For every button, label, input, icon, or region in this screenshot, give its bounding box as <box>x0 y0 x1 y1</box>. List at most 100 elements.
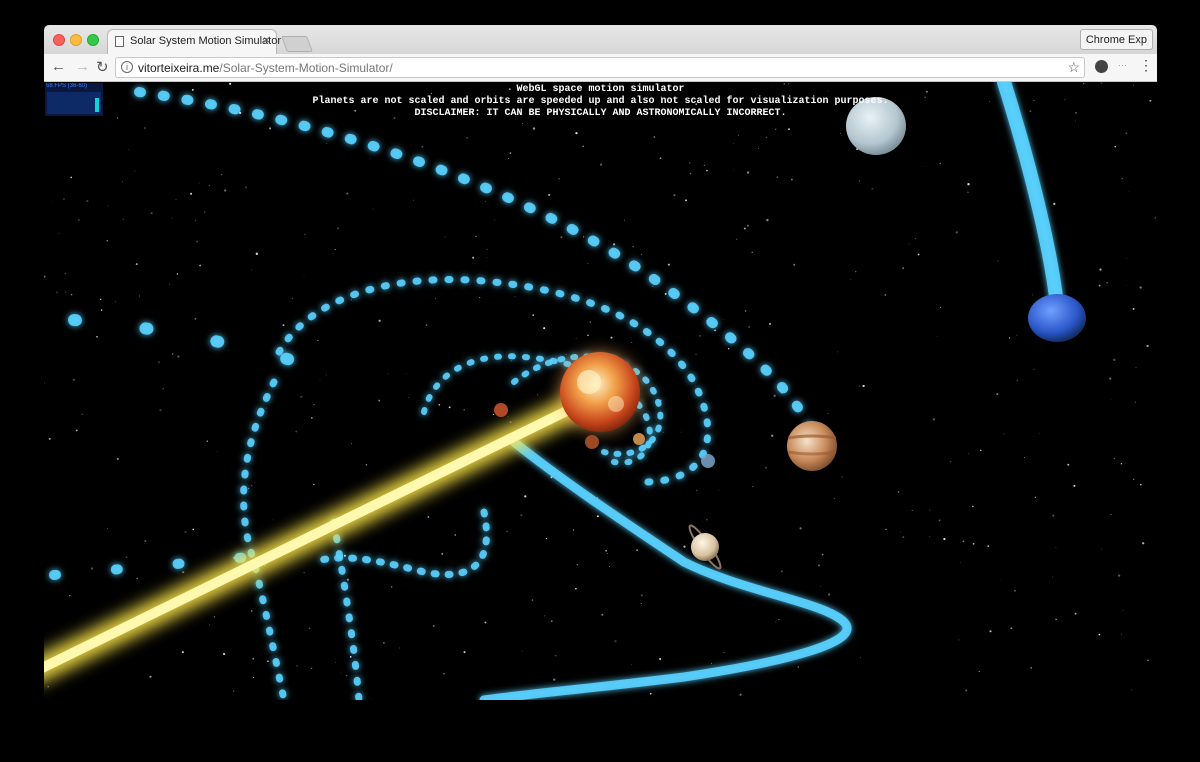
star <box>149 675 152 678</box>
star <box>514 296 516 298</box>
star <box>177 355 180 358</box>
star <box>454 534 456 536</box>
star <box>572 529 575 531</box>
webgl-canvas[interactable]: 58 FPS (36-60) WebGL space motion simula… <box>44 82 1157 700</box>
star <box>683 545 686 548</box>
star <box>65 291 67 293</box>
star <box>923 165 925 167</box>
star <box>965 689 968 692</box>
star <box>303 572 305 574</box>
star <box>466 137 468 139</box>
star <box>769 322 771 325</box>
url-text[interactable]: vitorteixeira.me/Solar-System-Motion-Sim… <box>138 61 393 75</box>
star <box>350 299 352 301</box>
star <box>673 194 676 197</box>
arrow-left-icon[interactable]: ← <box>51 58 66 75</box>
star <box>908 243 910 245</box>
star <box>300 395 303 398</box>
star <box>198 182 200 184</box>
star <box>560 236 563 239</box>
star <box>659 157 662 160</box>
tab-strip: Solar System Motion Simulator × Chrome E… <box>44 25 1157 54</box>
new-tab-button[interactable] <box>281 36 313 52</box>
star <box>764 466 767 469</box>
star <box>506 530 508 533</box>
star <box>797 666 799 668</box>
arrow-right-icon[interactable]: → <box>75 58 90 75</box>
star <box>1008 337 1011 339</box>
star <box>90 567 94 570</box>
star <box>484 621 487 624</box>
star <box>150 212 153 215</box>
star <box>544 615 546 617</box>
star <box>1132 307 1135 310</box>
star <box>1139 286 1142 289</box>
star <box>718 489 720 491</box>
star <box>967 191 969 193</box>
star <box>335 662 337 663</box>
star <box>1034 496 1037 498</box>
star <box>192 528 195 531</box>
space-scene <box>44 82 1156 700</box>
star <box>850 279 852 281</box>
star <box>144 540 147 542</box>
star <box>949 460 952 463</box>
star <box>821 553 824 556</box>
star <box>100 309 103 311</box>
star <box>346 578 349 581</box>
tab-solar-system[interactable]: Solar System Motion Simulator × <box>107 29 281 54</box>
star <box>1074 612 1077 615</box>
star <box>938 519 941 522</box>
star <box>77 218 81 222</box>
star <box>582 145 584 148</box>
star <box>254 482 256 484</box>
tab-close-icon[interactable]: × <box>263 33 270 47</box>
star <box>902 267 904 269</box>
star <box>548 193 551 196</box>
planet-jupiter <box>787 421 837 471</box>
star <box>171 353 174 355</box>
orbit-trail <box>134 87 814 432</box>
star <box>494 219 496 221</box>
close-window-button[interactable] <box>53 34 65 46</box>
star <box>727 347 730 350</box>
star <box>1098 284 1101 287</box>
star <box>636 549 638 552</box>
extension-icon-2[interactable]: ··· <box>1118 60 1127 70</box>
star <box>159 409 162 412</box>
chrome-experiment-button[interactable]: Chrome Exp <box>1079 29 1153 50</box>
star <box>435 297 436 299</box>
star <box>311 667 313 669</box>
star <box>587 263 589 264</box>
star <box>486 257 487 258</box>
page-icon <box>115 36 124 47</box>
star-icon[interactable]: ☆ <box>1067 59 1080 76</box>
kebab-menu-icon[interactable]: ⋮ <box>1139 57 1153 74</box>
star <box>714 329 717 332</box>
star <box>632 245 634 248</box>
maximize-window-button[interactable] <box>87 34 99 46</box>
star <box>269 127 272 130</box>
star <box>369 157 371 159</box>
star <box>425 324 428 326</box>
address-bar[interactable]: i vitorteixeira.me/Solar-System-Motion-S… <box>115 57 1085 78</box>
star <box>943 537 946 541</box>
star <box>1146 344 1149 348</box>
star <box>820 586 822 587</box>
info-icon[interactable]: i <box>121 61 133 73</box>
star <box>1075 120 1076 122</box>
star <box>774 128 777 131</box>
star <box>181 651 184 654</box>
star <box>703 164 705 166</box>
star <box>582 236 585 238</box>
star <box>44 382 45 384</box>
star <box>705 518 708 521</box>
star <box>51 201 53 203</box>
extension-icon[interactable] <box>1095 60 1108 73</box>
star <box>1033 368 1035 371</box>
minimize-window-button[interactable] <box>70 34 82 46</box>
star <box>1110 514 1112 515</box>
reload-icon[interactable]: ↻ <box>96 58 109 76</box>
star <box>509 421 512 423</box>
planet-earth <box>701 454 715 468</box>
